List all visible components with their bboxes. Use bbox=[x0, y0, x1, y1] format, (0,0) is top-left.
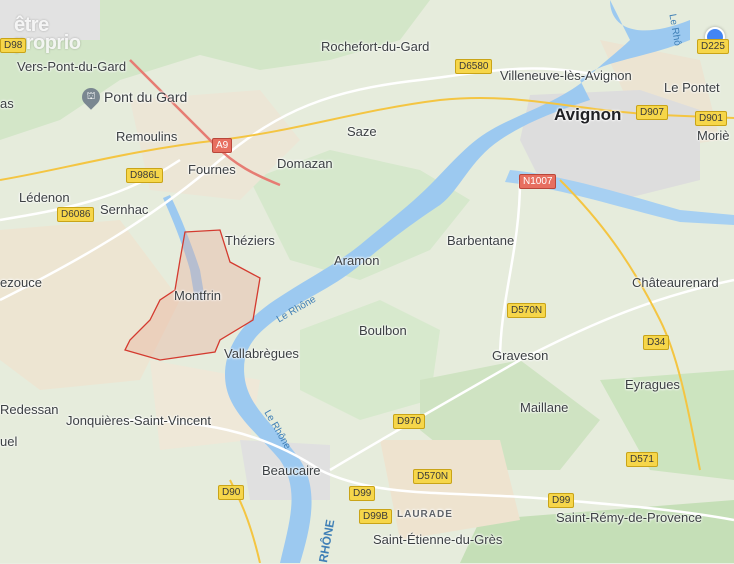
place-label-stremy[interactable]: Saint-Rémy-de-Provence bbox=[556, 511, 702, 524]
place-label-vallabregues[interactable]: Vallabrègues bbox=[224, 347, 299, 360]
place-label-uel[interactable]: uel bbox=[0, 435, 17, 448]
place-label-theziers[interactable]: Théziers bbox=[225, 234, 275, 247]
district-label-laurade: LAURADE bbox=[397, 509, 453, 520]
place-label-rochefort[interactable]: Rochefort-du-Gard bbox=[321, 40, 429, 53]
monument-icon: ⛫ bbox=[78, 84, 104, 110]
place-label-aramon[interactable]: Aramon bbox=[334, 254, 380, 267]
road-shield-d90: D90 bbox=[218, 485, 245, 500]
place-label-eyragues[interactable]: Eyragues bbox=[625, 378, 680, 391]
road-shield-d99b: D99B bbox=[359, 509, 393, 524]
place-label-verspontdugard[interactable]: Vers-Pont-du-Gard bbox=[17, 60, 126, 73]
place-label-remoulins[interactable]: Remoulins bbox=[116, 130, 177, 143]
road-shield-d901: D901 bbox=[695, 111, 727, 126]
place-label-as[interactable]: as bbox=[0, 97, 14, 110]
place-label-ledenon[interactable]: Lédenon bbox=[19, 191, 70, 204]
road-shield-d970: D970 bbox=[393, 414, 425, 429]
map-canvas[interactable] bbox=[0, 0, 734, 563]
place-label-domazan[interactable]: Domazan bbox=[277, 157, 333, 170]
road-shield-d99: D99 bbox=[349, 486, 376, 501]
place-label-ezouce[interactable]: ezouce bbox=[0, 276, 42, 289]
place-label-fournes[interactable]: Fournes bbox=[188, 163, 236, 176]
place-label-stetienne[interactable]: Saint-Étienne-du-Grès bbox=[373, 533, 502, 546]
place-label-lepontet[interactable]: Le Pontet bbox=[664, 81, 720, 94]
place-label-maillane[interactable]: Maillane bbox=[520, 401, 568, 414]
road-shield-d570n: D570N bbox=[507, 303, 547, 318]
place-label-montfrin[interactable]: Montfrin bbox=[174, 289, 221, 302]
road-shield-d571: D571 bbox=[626, 452, 658, 467]
road-shield-d225: D225 bbox=[697, 39, 729, 54]
road-shield-d98: D98 bbox=[0, 38, 27, 53]
road-shield-d6580: D6580 bbox=[455, 59, 493, 74]
place-label-avignon[interactable]: Avignon bbox=[554, 106, 621, 123]
place-label-morie[interactable]: Moriè bbox=[697, 129, 730, 142]
road-shield-d99: D99 bbox=[548, 493, 575, 508]
poi-label: Pont du Gard bbox=[104, 89, 188, 105]
road-shield-d34: D34 bbox=[643, 335, 670, 350]
place-label-jonquieres[interactable]: Jonquières-Saint-Vincent bbox=[66, 414, 211, 427]
road-shield-a9: A9 bbox=[212, 138, 233, 153]
poi-pont-du-gard[interactable]: ⛫ Pont du Gard bbox=[78, 84, 188, 110]
place-label-boulbon[interactable]: Boulbon bbox=[359, 324, 407, 337]
road-shield-d6086: D6086 bbox=[57, 207, 95, 222]
place-label-chateaurenard[interactable]: Châteaurenard bbox=[632, 276, 719, 289]
road-shield-n1007: N1007 bbox=[519, 174, 557, 189]
place-label-saze[interactable]: Saze bbox=[347, 125, 377, 138]
place-label-sernhac[interactable]: Sernhac bbox=[100, 203, 148, 216]
place-label-villeneuve[interactable]: Villeneuve-lès-Avignon bbox=[500, 69, 632, 82]
road-shield-d570n: D570N bbox=[413, 469, 453, 484]
place-label-barbentane[interactable]: Barbentane bbox=[447, 234, 514, 247]
place-label-beaucaire[interactable]: Beaucaire bbox=[262, 464, 321, 477]
place-label-redessan[interactable]: Redessan bbox=[0, 403, 59, 416]
road-shield-d986l: D986L bbox=[126, 168, 164, 183]
road-shield-d907: D907 bbox=[636, 105, 668, 120]
place-label-graveson[interactable]: Graveson bbox=[492, 349, 548, 362]
